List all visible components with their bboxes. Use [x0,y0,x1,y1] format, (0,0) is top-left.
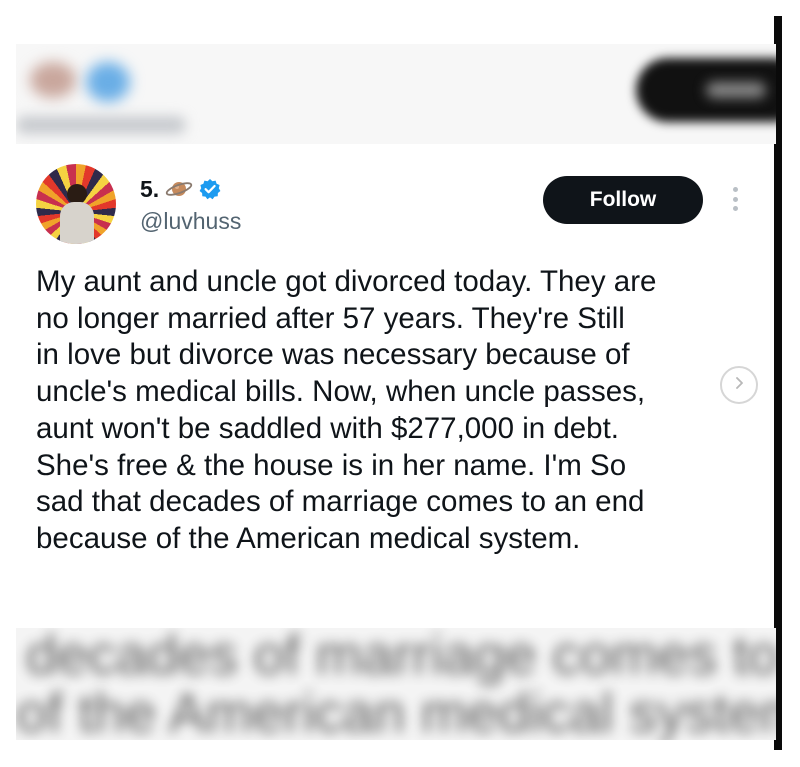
blurred-text-line: decades of marriage comes to a [26,628,776,686]
chevron-right-icon [732,376,746,395]
tweet-text-line: aunt won't be saddled with $277,000 in d… [36,411,619,445]
more-options-icon[interactable] [726,184,744,214]
tweet-text: My aunt and uncle got divorced today. Th… [36,264,748,558]
blurred-username [16,116,186,134]
display-name[interactable]: 5. [140,176,159,203]
tweet-text-line: in love but divorce was necessary becaus… [36,338,630,372]
more-options-dot [732,187,738,192]
tweet-text-line: She's free & the house is in her name. I… [36,448,627,482]
more-options-dot [732,206,738,211]
avatar-figure-head [67,184,87,204]
blurred-text-line: of the American medical system [16,681,776,740]
blurred-follow-label [706,82,766,98]
user-handle[interactable]: @luvhuss [140,208,241,235]
tweet-text-line: no longer married after 57 years. They'r… [36,301,625,335]
avatar[interactable] [36,164,116,244]
tweet-text-line: because of the American medical system. [36,521,581,555]
follow-button[interactable]: Follow [543,176,703,224]
verified-badge-icon [199,178,221,200]
tweet-text-line: sad that decades of marriage comes to an… [36,485,645,519]
blurred-avatar [30,62,76,98]
tweet-card: 5. @luvhuss Follow My aunt and uncle got… [16,152,774,622]
blurred-header-background [16,44,776,144]
tweet-text-line: My aunt and uncle got divorced today. Th… [36,265,657,298]
blurred-badge [86,62,130,102]
planet-icon [165,178,193,200]
more-options-dot [732,196,738,202]
blurred-footer-background: decades of marriage comes to a of the Am… [16,628,776,740]
name-row: 5. [140,176,221,202]
tweet-text-line: uncle's medical bills. Now, when uncle p… [36,375,646,409]
avatar-figure-body [60,202,94,244]
next-chevron-button[interactable] [720,366,758,404]
